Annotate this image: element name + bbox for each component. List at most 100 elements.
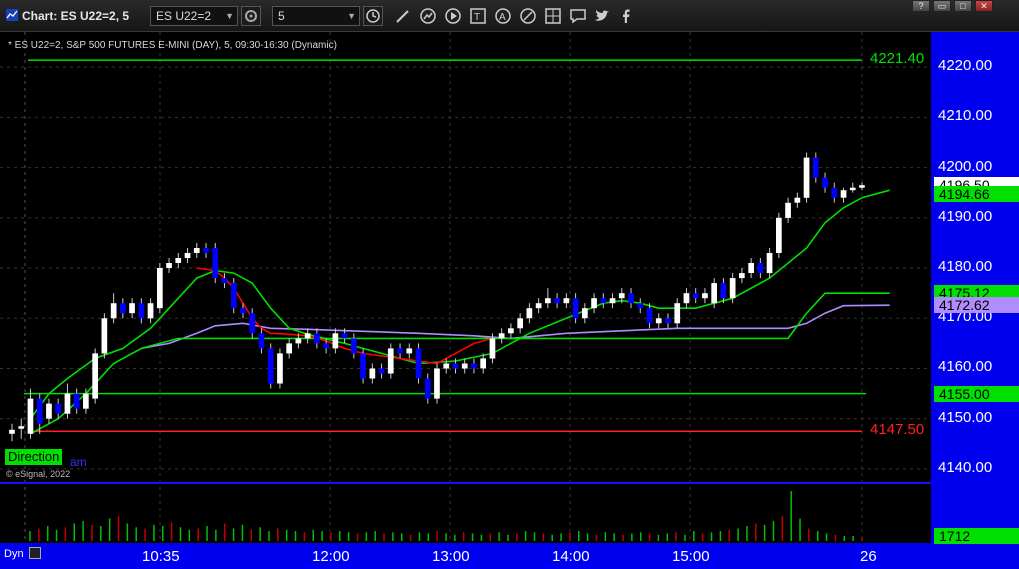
- price-tick-label: 4160.00: [938, 358, 993, 376]
- candle-body: [452, 363, 459, 369]
- candle-body: [101, 318, 108, 354]
- text-tool-icon[interactable]: T: [469, 7, 487, 25]
- symbol-field[interactable]: ES U22=2 ▼: [150, 6, 238, 26]
- price-tick-label: 4190.00: [938, 207, 993, 225]
- candle-body: [203, 248, 209, 253]
- candle-body: [794, 197, 801, 203]
- symbol-refresh-button[interactable]: [241, 6, 261, 26]
- candle-body: [443, 363, 450, 369]
- grid: [0, 32, 931, 543]
- candle-body: [757, 263, 764, 273]
- chevron-down-icon[interactable]: ▼: [225, 7, 234, 25]
- twitter-icon[interactable]: [593, 7, 611, 25]
- candle-body: [83, 393, 89, 409]
- interval-field[interactable]: 5 ▼: [272, 6, 360, 26]
- comment-icon[interactable]: [569, 7, 587, 25]
- candle-body: [563, 298, 570, 304]
- candle-body: [748, 263, 754, 273]
- candle-body: [295, 338, 302, 344]
- candle-body: [73, 393, 80, 409]
- facebook-icon[interactable]: [617, 7, 635, 25]
- candle-body: [277, 353, 283, 384]
- candle-body: [286, 343, 292, 354]
- link-icon[interactable]: [519, 7, 537, 25]
- symbol-field-value: ES U22=2: [156, 9, 212, 23]
- svg-text:T: T: [474, 12, 480, 23]
- ma-green-step-line: [30, 292, 890, 435]
- grid-icon[interactable]: [544, 7, 562, 25]
- candle-body: [129, 303, 135, 314]
- candle-body: [572, 298, 579, 319]
- time-tick-label: 15:00: [672, 548, 710, 565]
- level-lines: [24, 59, 866, 433]
- minimize-button[interactable]: ▭: [933, 0, 951, 12]
- candle-body: [776, 217, 782, 253]
- interval-clock-button[interactable]: [363, 6, 383, 26]
- candle-body: [249, 313, 256, 334]
- candle-body: [711, 283, 717, 304]
- dynamic-label[interactable]: Dyn: [4, 548, 24, 560]
- candle-body: [803, 157, 810, 198]
- candle-body: [323, 343, 329, 349]
- chart-icon: [6, 9, 18, 21]
- candle-body: [434, 368, 440, 399]
- candle-body: [628, 293, 634, 304]
- candle-body: [314, 333, 320, 344]
- alert-icon[interactable]: A: [494, 7, 512, 25]
- chart-style-icon[interactable]: [419, 7, 437, 25]
- time-tick-label: 26: [860, 548, 877, 565]
- candle-body: [526, 308, 533, 319]
- candle-body: [785, 202, 791, 218]
- candle-body: [812, 157, 819, 178]
- price-chart[interactable]: [0, 32, 931, 543]
- candle-body: [480, 358, 486, 369]
- candle-body: [415, 348, 422, 379]
- candle-body: [27, 398, 34, 434]
- chevron-down-icon[interactable]: ▼: [347, 7, 356, 25]
- candle-body: [471, 363, 477, 369]
- volume-flag: 1712: [934, 528, 1019, 544]
- candle-body: [110, 303, 117, 319]
- window-title: Chart: ES U22=2, 5: [22, 9, 130, 23]
- direction-label[interactable]: Direction: [5, 449, 63, 465]
- time-tick-label: 10:35: [142, 548, 180, 565]
- price-flag: 4155.00: [934, 385, 1019, 402]
- esignal-credit: © eSignal, 2022: [6, 469, 71, 479]
- candle-body: [508, 328, 514, 334]
- candle-body: [212, 248, 219, 279]
- help-button[interactable]: ?: [912, 0, 930, 12]
- draw-pencil-icon[interactable]: [394, 7, 412, 25]
- level-line-label: 4147.50: [870, 421, 925, 439]
- candle-body: [166, 263, 172, 268]
- candle-body: [258, 333, 265, 349]
- price-flag: 4194.66: [934, 186, 1019, 203]
- candle-body: [554, 298, 560, 304]
- candle-body: [692, 293, 699, 299]
- candle-body: [175, 258, 182, 263]
- candle-body: [655, 318, 662, 324]
- price-tick-label: 4210.00: [938, 107, 993, 125]
- candle-body: [702, 293, 708, 299]
- candle-body: [36, 398, 43, 424]
- candle-body: [849, 187, 856, 191]
- candle-body: [840, 190, 847, 198]
- level-line-label: 4221.40: [870, 50, 925, 68]
- candle-body: [332, 333, 339, 349]
- price-tick-label: 4140.00: [938, 458, 993, 476]
- lock-icon[interactable]: [29, 547, 41, 559]
- candle-body: [341, 333, 348, 339]
- candle-body: [545, 298, 551, 304]
- maximize-button[interactable]: □: [954, 0, 972, 12]
- candle-body: [18, 426, 25, 429]
- svg-text:A: A: [499, 12, 506, 23]
- candle-body: [646, 308, 653, 324]
- play-icon[interactable]: [444, 7, 462, 25]
- candle-body: [609, 298, 616, 304]
- candle-body: [665, 318, 671, 324]
- candle-body: [822, 177, 828, 188]
- candle-body: [729, 278, 736, 299]
- interval-field-value: 5: [278, 9, 285, 23]
- close-button[interactable]: ✕: [975, 0, 993, 12]
- symbol-description: * ES U22=2, S&P 500 FUTURES E-MINI (DAY)…: [8, 40, 337, 51]
- candle-body: [683, 293, 690, 304]
